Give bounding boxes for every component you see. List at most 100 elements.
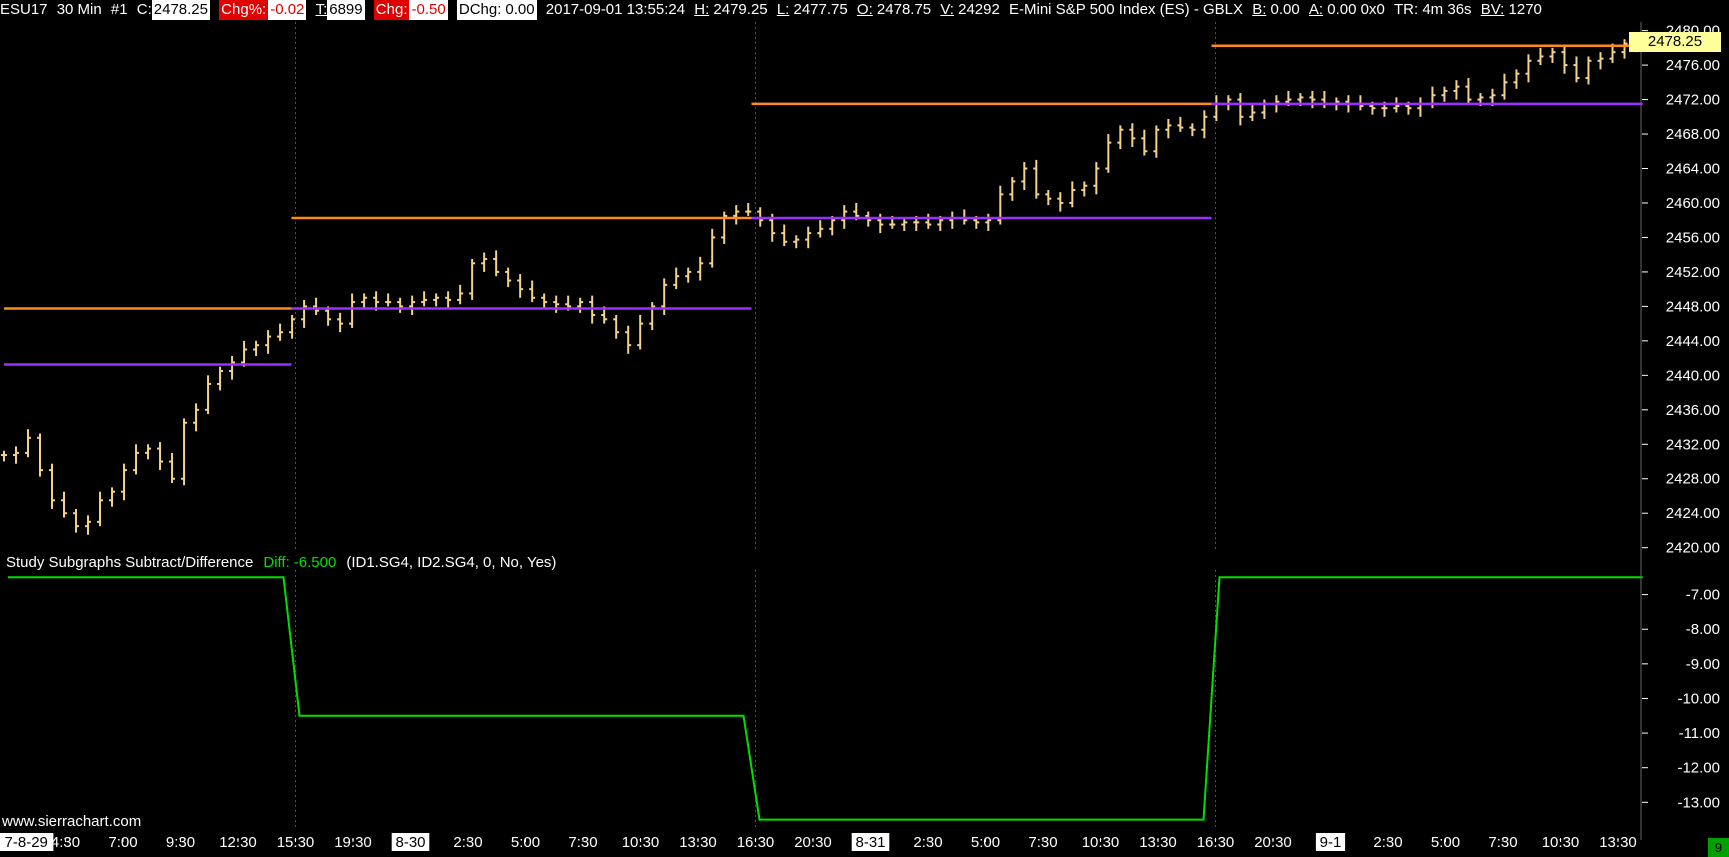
ohlc-bar bbox=[649, 302, 656, 331]
high-field: H: 2479.25 bbox=[694, 0, 767, 20]
ohlc-bar bbox=[169, 452, 176, 484]
symbol: ESU17 bbox=[0, 1, 48, 18]
ohlc-bar bbox=[349, 293, 356, 328]
ohlc-bar bbox=[493, 250, 500, 277]
ohlc-bar bbox=[193, 403, 200, 432]
ohlc-bar bbox=[709, 228, 716, 268]
ohlc-bar bbox=[133, 444, 140, 475]
ohlc-bar bbox=[745, 202, 752, 216]
ohlc-bar bbox=[337, 312, 344, 333]
ohlc-bar bbox=[1237, 93, 1244, 126]
tr-label: TR: bbox=[1394, 1, 1419, 18]
ohlc-bar bbox=[1549, 47, 1556, 63]
time-axis-label: 20:30 bbox=[1254, 834, 1292, 851]
ohlc-bar bbox=[529, 280, 536, 303]
dchg-value: 0.00 bbox=[503, 0, 537, 20]
study-name: Study Subgraphs Subtract/Difference bbox=[6, 554, 254, 571]
open-label: O: bbox=[856, 1, 873, 18]
chg-value: -0.50 bbox=[409, 0, 448, 20]
diff-axis-label: -9.00 bbox=[1686, 656, 1720, 673]
ohlc-bar bbox=[1597, 52, 1604, 70]
ohlc-bar bbox=[205, 375, 212, 415]
ask-field: A: 0.00 0x0 bbox=[1309, 0, 1385, 20]
ohlc-bar bbox=[1033, 159, 1040, 199]
ohlc-bar bbox=[793, 235, 800, 249]
ohlc-bar bbox=[553, 295, 560, 313]
tr-value: 4m 36s bbox=[1422, 1, 1472, 18]
time-axis-label: 8-31 bbox=[855, 834, 885, 851]
chart-canvas[interactable]: 2420.00 2424.00 2428.00 2432.00 2436.00 2440.… bbox=[0, 0, 1729, 857]
price-axis-label: 2420.00 bbox=[1666, 540, 1720, 557]
ohlc-bar bbox=[157, 442, 164, 471]
ohlc-bar bbox=[85, 515, 92, 535]
ohlc-bar bbox=[1009, 177, 1016, 201]
ohlc-bar bbox=[121, 463, 128, 501]
price-axis-label: 2464.00 bbox=[1666, 161, 1720, 178]
ohlc-bar bbox=[61, 491, 68, 518]
ohlc-bar bbox=[361, 293, 368, 309]
diff-value: -6.500 bbox=[293, 554, 337, 571]
time-axis-label: 5:00 bbox=[511, 834, 540, 851]
ohlc-bar bbox=[1453, 80, 1460, 100]
chgpct-label: Chg%: bbox=[219, 0, 269, 20]
ohlc-bar bbox=[1069, 181, 1076, 208]
ask-label: A: bbox=[1308, 1, 1324, 18]
ohlc-bar bbox=[229, 355, 236, 380]
ohlc-bar bbox=[181, 418, 188, 486]
ohlc-bar bbox=[1201, 110, 1208, 139]
time-axis-label: 7:30 bbox=[1488, 834, 1517, 851]
dchg-field: DChg: 0.00 bbox=[456, 0, 537, 20]
time-axis-label: 13:30 bbox=[679, 834, 717, 851]
ohlc-bar bbox=[1105, 134, 1112, 173]
time-axis-label: 7:00 bbox=[108, 834, 137, 851]
low-label: L: bbox=[776, 1, 790, 18]
time-axis-label: 20:30 bbox=[794, 834, 832, 851]
time-axis-label: 10:30 bbox=[1542, 834, 1580, 851]
close-field: C: 2478.25 bbox=[137, 0, 210, 20]
high-label: H: bbox=[694, 1, 710, 18]
ohlc-bar bbox=[445, 291, 452, 309]
ohlc-bar bbox=[1249, 103, 1256, 122]
diff-axis-label: -12.00 bbox=[1677, 760, 1720, 777]
ohlc-bar bbox=[385, 293, 392, 307]
ohlc-bar bbox=[1129, 123, 1136, 147]
ohlc-bar bbox=[1045, 190, 1052, 206]
ohlc-bar bbox=[877, 213, 884, 234]
watermark: www.sierrachart.com bbox=[2, 813, 142, 830]
price-axis-label: 2428.00 bbox=[1666, 471, 1720, 488]
dchg-label: DChg: bbox=[456, 0, 504, 20]
ohlc-bar bbox=[949, 211, 956, 229]
last-price-box: 2478.25 bbox=[1629, 32, 1721, 52]
time-axis-label: 13:30 bbox=[1599, 834, 1637, 851]
ticks-value: 6899 bbox=[327, 0, 365, 20]
ohlc-bar bbox=[901, 218, 908, 231]
chart-header: ESU17 30 Min #1 C: 2478.25 Chg%: -0.02 T: 6… bbox=[0, 0, 1729, 22]
ohlc-bar bbox=[637, 315, 644, 350]
ohlc-bar bbox=[1021, 162, 1028, 191]
time-axis-label: 8-30 bbox=[395, 834, 425, 851]
ohlc-bar bbox=[1441, 86, 1448, 102]
ohlc-bar bbox=[217, 366, 224, 391]
ohlc-bar bbox=[73, 508, 80, 533]
price-axis-label: 2456.00 bbox=[1666, 229, 1720, 246]
bid-value: 0.00 bbox=[1270, 1, 1300, 18]
time-axis-label: 4:30 bbox=[51, 834, 80, 851]
ohlc-bar bbox=[541, 293, 548, 309]
volume-label: V: bbox=[940, 1, 954, 18]
time-axis-label: 9:30 bbox=[166, 834, 195, 851]
ohlc-bar bbox=[1417, 97, 1424, 117]
corner-indicator[interactable]: 9 bbox=[1708, 838, 1729, 857]
diff-line bbox=[8, 576, 1643, 821]
ohlc-bar bbox=[685, 267, 692, 283]
chgpct-field: Chg%: -0.02 bbox=[219, 0, 307, 20]
ohlc-bar bbox=[1621, 39, 1628, 59]
time-axis-label: 7:30 bbox=[1028, 834, 1057, 851]
ohlc-bar bbox=[1561, 45, 1568, 74]
time-axis-label: 16:30 bbox=[737, 834, 775, 851]
diff-axis-label: -10.00 bbox=[1677, 690, 1720, 707]
ohlc-bar bbox=[49, 463, 56, 509]
time-axis-label: 13:30 bbox=[1139, 834, 1177, 851]
ticks-label: T: bbox=[315, 1, 328, 18]
price-axis-label: 2444.00 bbox=[1666, 333, 1720, 350]
ohlc-bar bbox=[301, 299, 308, 328]
